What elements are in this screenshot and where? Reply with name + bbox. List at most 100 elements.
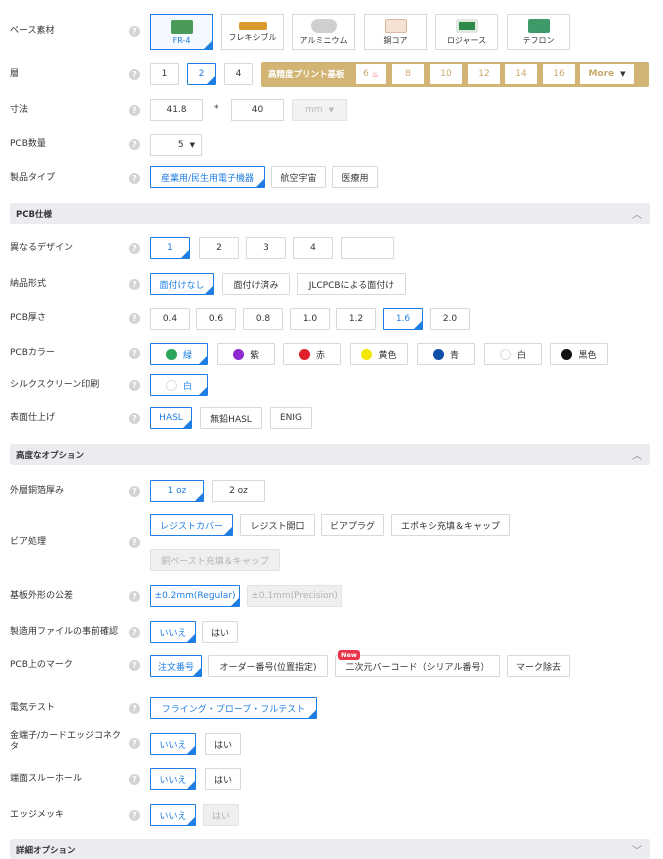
color-option-red[interactable]: 赤	[283, 343, 341, 365]
help-icon[interactable]: ?	[129, 810, 140, 821]
color-option-green[interactable]: 緑	[150, 343, 208, 365]
finish-enig[interactable]: ENIG	[270, 407, 312, 429]
help-icon[interactable]: ?	[129, 627, 140, 638]
designs-option-1[interactable]: 1	[150, 237, 190, 259]
base-option-aluminum[interactable]: アルミニウム	[292, 14, 355, 50]
help-icon[interactable]: ?	[129, 348, 140, 359]
designs-option-4[interactable]: 4	[293, 237, 333, 259]
chevron-up-icon: ︿	[632, 210, 642, 221]
finish-leadfree-hasl[interactable]: 無鉛HASL	[200, 407, 262, 429]
layer-option-2[interactable]: 2	[187, 63, 216, 85]
thickness-1.0[interactable]: 1.0	[290, 308, 330, 330]
copper-2oz[interactable]: 2 oz	[212, 480, 265, 502]
help-icon[interactable]: ?	[129, 486, 140, 497]
marking-2d-barcode[interactable]: 二次元バーコード（シリアル番号）	[335, 655, 500, 677]
layer-option-1[interactable]: 1	[150, 63, 179, 85]
layer-option-8[interactable]: 8	[392, 64, 424, 84]
label-outer-copper: 外層銅箔厚み	[10, 486, 65, 496]
purple-dot-icon	[232, 348, 244, 360]
help-icon[interactable]: ?	[129, 26, 140, 37]
help-icon[interactable]: ?	[129, 243, 140, 254]
thickness-1.2[interactable]: 1.2	[336, 308, 376, 330]
height-input[interactable]: 40	[231, 99, 284, 121]
section-detail-options[interactable]: 詳細オプション ﹀	[10, 839, 650, 859]
delivery-single[interactable]: 面付けなし	[150, 273, 214, 295]
marking-remove[interactable]: マーク除去	[507, 655, 570, 677]
thickness-1.6[interactable]: 1.6	[383, 308, 423, 330]
section-advanced-options[interactable]: 高度なオプション ︿	[10, 444, 650, 465]
color-option-blue[interactable]: 青	[417, 343, 475, 365]
help-icon[interactable]: ?	[129, 660, 140, 671]
product-type-medical[interactable]: 医療用	[332, 166, 378, 188]
thickness-0.4[interactable]: 0.4	[150, 308, 190, 330]
product-type-industrial[interactable]: 産業用/民生用電子機器	[150, 166, 265, 188]
new-badge: New	[338, 650, 360, 660]
confirm-no[interactable]: いいえ	[150, 621, 196, 643]
help-icon[interactable]: ?	[129, 413, 140, 424]
help-icon[interactable]: ?	[129, 703, 140, 714]
layer-option-16[interactable]: 16	[543, 64, 575, 84]
layer-option-14[interactable]: 14	[505, 64, 537, 84]
delivery-jlc-panel[interactable]: JLCPCBによる面付け	[297, 273, 406, 295]
label-base-material: ベース素材	[10, 26, 55, 36]
help-icon[interactable]: ?	[129, 380, 140, 391]
thickness-0.8[interactable]: 0.8	[243, 308, 283, 330]
designs-custom-input[interactable]	[341, 237, 394, 259]
delivery-panel[interactable]: 面付け済み	[222, 273, 290, 295]
help-icon[interactable]: ?	[129, 69, 140, 80]
finish-hasl[interactable]: HASL	[150, 407, 192, 429]
tolerance-precision[interactable]: ±0.1mm(Precision)	[247, 585, 342, 607]
base-option-fr4[interactable]: FR-4	[150, 14, 213, 50]
help-icon[interactable]: ?	[129, 774, 140, 785]
help-icon[interactable]: ?	[129, 105, 140, 116]
help-icon[interactable]: ?	[129, 279, 140, 290]
product-type-aerospace[interactable]: 航空宇宙	[271, 166, 326, 188]
edge-plating-no[interactable]: いいえ	[150, 804, 196, 826]
layer-option-6[interactable]: 6 ♨	[356, 64, 386, 84]
layer-option-12[interactable]: 12	[468, 64, 500, 84]
via-tented[interactable]: レジストカバー	[150, 514, 233, 536]
base-option-flex[interactable]: フレキシブル	[221, 14, 284, 50]
base-option-teflon[interactable]: テフロン	[507, 14, 570, 50]
via-epoxy-filled[interactable]: エポキシ充填＆キャップ	[391, 514, 510, 536]
via-plugged[interactable]: ビアプラグ	[321, 514, 384, 536]
confirm-yes[interactable]: はい	[202, 621, 238, 643]
color-option-black[interactable]: 黒色	[550, 343, 608, 365]
color-option-purple[interactable]: 紫	[217, 343, 275, 365]
color-option-white[interactable]: 白	[484, 343, 542, 365]
marking-order-number-position[interactable]: オーダー番号(位置指定)	[208, 655, 328, 677]
castellated-no[interactable]: いいえ	[150, 768, 196, 790]
help-icon[interactable]: ?	[129, 738, 140, 749]
section-pcb-spec[interactable]: PCB仕様 ︿	[10, 203, 650, 224]
help-icon[interactable]: ?	[129, 591, 140, 602]
castellated-yes[interactable]: はい	[205, 768, 241, 790]
copper-1oz[interactable]: 1 oz	[150, 480, 204, 502]
marking-order-number[interactable]: 注文番号	[150, 655, 202, 677]
base-option-copper-core[interactable]: 銅コア	[364, 14, 427, 50]
silkscreen-option-white[interactable]: 白	[150, 374, 208, 396]
electrical-test-flying-probe[interactable]: フライング・プローブ・フルテスト	[150, 697, 317, 719]
tolerance-regular[interactable]: ±0.2mm(Regular)	[150, 585, 240, 607]
layer-option-10[interactable]: 10	[430, 64, 462, 84]
aluminum-thumbnail-icon	[310, 18, 337, 33]
edge-plating-yes[interactable]: はい	[203, 804, 239, 826]
help-icon[interactable]: ?	[129, 139, 140, 150]
quantity-select[interactable]: 5 ▼	[150, 134, 202, 156]
designs-option-2[interactable]: 2	[199, 237, 239, 259]
unit-select[interactable]: mm ▼	[292, 99, 347, 121]
thickness-0.6[interactable]: 0.6	[196, 308, 236, 330]
gold-fingers-no[interactable]: いいえ	[150, 733, 196, 755]
layer-option-4[interactable]: 4	[224, 63, 253, 85]
thickness-2.0[interactable]: 2.0	[430, 308, 470, 330]
designs-option-3[interactable]: 3	[246, 237, 286, 259]
gold-fingers-yes[interactable]: はい	[205, 733, 241, 755]
via-untented[interactable]: レジスト開口	[240, 514, 315, 536]
help-icon[interactable]: ?	[129, 537, 140, 548]
base-option-rogers[interactable]: ロジャース	[435, 14, 498, 50]
color-option-yellow[interactable]: 黄色	[350, 343, 408, 365]
more-layers-button[interactable]: More ▼	[580, 64, 634, 84]
help-icon[interactable]: ?	[129, 173, 140, 184]
help-icon[interactable]: ?	[129, 313, 140, 324]
width-input[interactable]: 41.8	[150, 99, 203, 121]
via-copper-paste[interactable]: 銅ペースト充填＆キャップ	[150, 549, 280, 571]
